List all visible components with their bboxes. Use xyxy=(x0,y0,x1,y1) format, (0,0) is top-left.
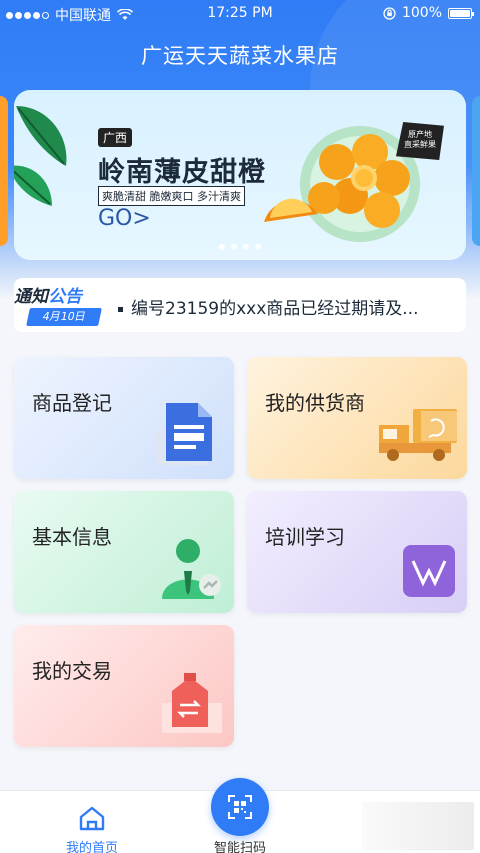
delivery-truck-icon xyxy=(379,409,457,461)
menu-card-basic-info[interactable]: 基本信息 xyxy=(14,491,234,613)
page-dot[interactable] xyxy=(255,244,261,250)
scan-label: 智能扫码 xyxy=(213,841,266,853)
menu-card-label: 我的交易 xyxy=(32,659,112,683)
page-dot[interactable] xyxy=(219,244,225,250)
page-title: 广运天天蔬菜水果店 xyxy=(141,44,339,68)
qr-scan-icon xyxy=(228,795,252,819)
page-dot[interactable] xyxy=(243,244,249,250)
promo-banner[interactable]: 广西 岭南薄皮甜橙 爽脆清甜 脆嫩爽口 多汁清爽 GO> 原产地 直采鲜果 xyxy=(14,90,466,260)
menu-card-label: 培训学习 xyxy=(265,525,345,549)
tab-home-label: 我的首页 xyxy=(65,841,118,853)
notice-bar[interactable]: 通知公告 4月10日 编号23159的xxx商品已经过期请及... xyxy=(14,278,466,332)
menu-card-label: 我的供货商 xyxy=(265,391,365,415)
status-bar: 中国联通 17:25 PM 100% xyxy=(0,0,480,28)
menu-card-product-register[interactable]: 商品登记 xyxy=(14,357,234,479)
menu-card-my-trades[interactable]: 我的交易 xyxy=(14,625,234,747)
tab-home[interactable]: 我的首页 xyxy=(52,805,132,853)
battery-icon xyxy=(448,7,474,19)
banner-region-tag: 广西 xyxy=(98,128,133,147)
menu-card-label: 商品登记 xyxy=(32,391,112,415)
origin-badge: 原产地 直采鲜果 xyxy=(396,122,444,160)
banner-title: 岭南薄皮甜橙 xyxy=(98,157,266,188)
learning-icon xyxy=(403,545,455,597)
palm-leaf-icon xyxy=(14,106,67,206)
notice-text[interactable]: 编号23159的xxx商品已经过期请及... xyxy=(118,294,463,319)
menu-card-suppliers[interactable]: 我的供货商 xyxy=(247,357,467,479)
blurred-overlay xyxy=(362,802,474,850)
exchange-icon xyxy=(162,673,222,733)
menu-card-training[interactable]: 培训学习 xyxy=(247,491,467,613)
page-dot[interactable] xyxy=(231,244,237,250)
user-profile-icon xyxy=(162,539,221,599)
notice-label: 通知公告 xyxy=(14,287,82,307)
battery-percent: 100% xyxy=(401,5,442,21)
rotation-lock-icon xyxy=(383,6,396,20)
banner-prev-peek[interactable] xyxy=(0,96,8,246)
scan-button[interactable] xyxy=(211,778,269,836)
home-icon xyxy=(79,806,105,831)
menu-card-label: 基本信息 xyxy=(32,525,112,549)
notice-date: 4月10日 xyxy=(26,308,102,326)
banner-go-link[interactable]: GO> xyxy=(98,206,151,231)
banner-subtitle: 爽脆清甜 脆嫩爽口 多汁清爽 xyxy=(98,186,245,206)
document-icon xyxy=(156,403,212,465)
banner-next-peek[interactable] xyxy=(472,96,480,246)
banner-pagination xyxy=(14,244,466,250)
